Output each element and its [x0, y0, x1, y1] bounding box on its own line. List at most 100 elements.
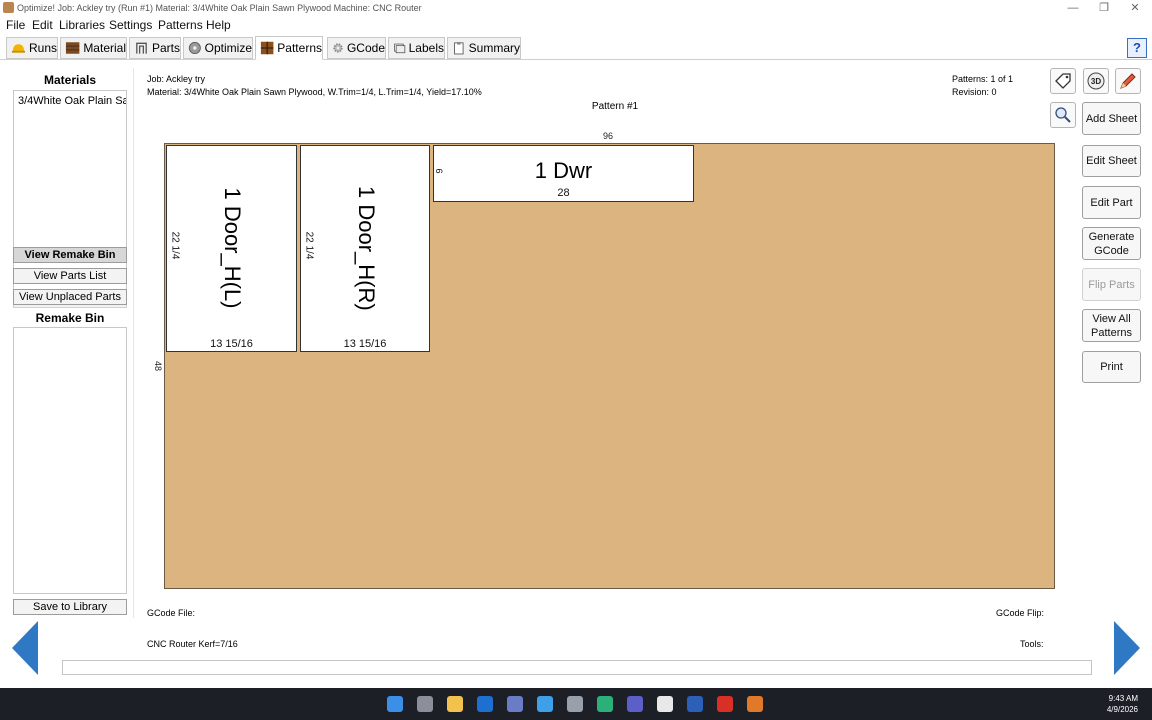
flip-parts-button[interactable]: Flip Parts	[1082, 268, 1141, 301]
tab-labels[interactable]: Labels	[388, 37, 445, 59]
print-button[interactable]: Print	[1082, 351, 1141, 383]
gcode-flip-label: GCode Flip:	[996, 608, 1045, 618]
tab-runs-label: Runs	[28, 41, 57, 55]
label-tag-button[interactable]	[1050, 68, 1076, 94]
tab-bar: Runs Material Parts Optimize Patterns GC…	[0, 36, 1152, 60]
part-door-left[interactable]: 1 Door_H(L) 22 1/4 13 15/16	[166, 145, 297, 352]
optimize-app-icon[interactable]	[747, 696, 763, 712]
view-all-patterns-button[interactable]: View All Patterns	[1082, 309, 1141, 342]
view-remake-bin-button[interactable]: View Remake Bin	[13, 247, 127, 263]
maximize-button[interactable]: ❐	[1095, 1, 1113, 15]
part-height-dim: 6	[434, 168, 444, 174]
svg-text:3D: 3D	[1091, 77, 1101, 86]
file-explorer-icon[interactable]	[447, 696, 463, 712]
part-name: 1 Dwr	[534, 158, 593, 183]
sheet-height-dim: 48	[153, 360, 164, 372]
edit-sheet-button[interactable]: Edit Sheet	[1082, 145, 1141, 177]
tab-patterns[interactable]: Patterns	[255, 36, 323, 60]
left-panel: Materials 3/4White Oak Plain Sawn Plywoo…	[6, 68, 134, 618]
clock[interactable]: 9:43 AM 4/9/2026	[1107, 693, 1138, 715]
labels-icon	[394, 43, 406, 54]
edge-icon[interactable]	[597, 696, 613, 712]
materials-list[interactable]: 3/4White Oak Plain Sawn Plywood	[13, 90, 127, 296]
tools-label: Tools:	[1020, 639, 1044, 649]
tab-summary-label: Summary	[468, 41, 520, 55]
edit-part-button[interactable]: Edit Part	[1082, 186, 1141, 219]
hardhat-icon	[11, 44, 26, 53]
materials-heading: Materials	[43, 73, 97, 87]
generate-gcode-button[interactable]: Generate GCode	[1082, 227, 1141, 260]
saw-blade-icon	[188, 42, 201, 54]
menu-help[interactable]: Help	[206, 18, 231, 32]
part-width-dim: 13 15/16	[210, 338, 253, 350]
view-3d-button[interactable]: 3D	[1083, 68, 1109, 94]
zoom-fit-icon	[1055, 107, 1071, 123]
job-info: Job: Ackley try Material: 3/4White Oak P…	[147, 73, 482, 99]
tab-material[interactable]: Material	[60, 37, 127, 59]
menu-file[interactable]: File	[6, 18, 25, 32]
part-name: 1 Door_H(L)	[220, 187, 245, 309]
part-width-dim: 13 15/16	[343, 338, 387, 350]
tab-material-label: Material	[83, 41, 126, 55]
tab-gcode-label: GCode	[346, 41, 385, 55]
gear-icon	[333, 43, 343, 53]
window-title: Optimize! Job: Ackley try (Run #1) Mater…	[17, 3, 422, 13]
menu-bar: File Edit Libraries Settings Patterns He…	[0, 16, 1152, 34]
menu-settings[interactable]: Settings	[109, 18, 152, 32]
previous-pattern-arrow-icon[interactable]	[12, 621, 38, 675]
next-pattern-arrow-icon[interactable]	[1114, 621, 1140, 675]
label-tag-icon	[1055, 73, 1071, 89]
menu-libraries[interactable]: Libraries	[59, 18, 105, 32]
part-height-dim: 22 1/4	[303, 231, 315, 260]
notepad-icon[interactable]	[657, 696, 673, 712]
menu-patterns[interactable]: Patterns	[158, 18, 203, 32]
tab-parts-label: Parts	[151, 41, 180, 55]
settings-icon[interactable]	[537, 696, 553, 712]
tab-optimize[interactable]: Optimize	[183, 37, 253, 59]
help-button[interactable]: ?	[1127, 38, 1147, 58]
parts-icon	[136, 42, 147, 54]
start-icon[interactable]	[387, 696, 403, 712]
clock-date: 4/9/2026	[1106, 705, 1138, 714]
edit-pattern-button[interactable]	[1115, 68, 1141, 94]
remake-bin-heading: Remake Bin	[35, 311, 105, 325]
word-icon[interactable]	[687, 696, 703, 712]
view-parts-list-button[interactable]: View Parts List	[13, 268, 127, 284]
wood-icon	[65, 42, 80, 54]
part-name: 1 Door_H(R)	[354, 186, 379, 311]
pencil-icon	[1120, 73, 1136, 89]
clock-time: 9:43 AM	[1108, 694, 1138, 703]
acrobat-icon[interactable]	[717, 696, 733, 712]
tab-gcode[interactable]: GCode	[327, 37, 386, 59]
pattern-info: Patterns: 1 of 1 Revision: 0	[952, 73, 1013, 99]
sheet-width-dim: 96	[603, 131, 614, 141]
zoom-fit-button[interactable]	[1050, 102, 1076, 128]
material-item[interactable]: 3/4White Oak Plain Sawn Plywood	[14, 91, 126, 111]
save-to-library-button[interactable]: Save to Library	[13, 599, 127, 615]
gcode-file-label: GCode File:	[147, 608, 196, 618]
taskbar: 9:43 AM 4/9/2026	[0, 688, 1152, 720]
minimize-button[interactable]: —	[1064, 1, 1082, 15]
outlook-icon[interactable]	[477, 696, 493, 712]
progress-bar	[62, 660, 1092, 675]
sheet-canvas[interactable]: 1 Door_H(L) 22 1/4 13 15/16 1 Door_H(R) …	[164, 143, 1055, 589]
app-icon-7[interactable]	[567, 696, 583, 712]
tab-parts[interactable]: Parts	[129, 37, 181, 59]
remake-bin-list[interactable]	[13, 327, 127, 594]
menu-edit[interactable]: Edit	[32, 18, 53, 32]
teams-icon[interactable]	[627, 696, 643, 712]
view-unplaced-parts-button[interactable]: View Unplaced Parts	[13, 289, 127, 305]
tab-summary[interactable]: Summary	[447, 37, 521, 59]
part-door-right[interactable]: 1 Door_H(R) 22 1/4 13 15/16	[300, 145, 430, 352]
app-icon-5[interactable]	[507, 696, 523, 712]
close-button[interactable]: ✕	[1126, 1, 1144, 15]
task-view-icon[interactable]	[417, 696, 433, 712]
material-summary: Material: 3/4White Oak Plain Sawn Plywoo…	[147, 87, 482, 97]
part-drawer[interactable]: 1 Dwr 6 28	[433, 145, 694, 202]
add-sheet-button[interactable]: Add Sheet	[1082, 102, 1141, 135]
3d-icon: 3D	[1087, 72, 1105, 90]
title-bar: Optimize! Job: Ackley try (Run #1) Mater…	[0, 0, 1152, 16]
patterns-count: Patterns: 1 of 1	[952, 74, 1014, 84]
revision: Revision: 0	[952, 87, 997, 97]
tab-runs[interactable]: Runs	[6, 37, 58, 59]
